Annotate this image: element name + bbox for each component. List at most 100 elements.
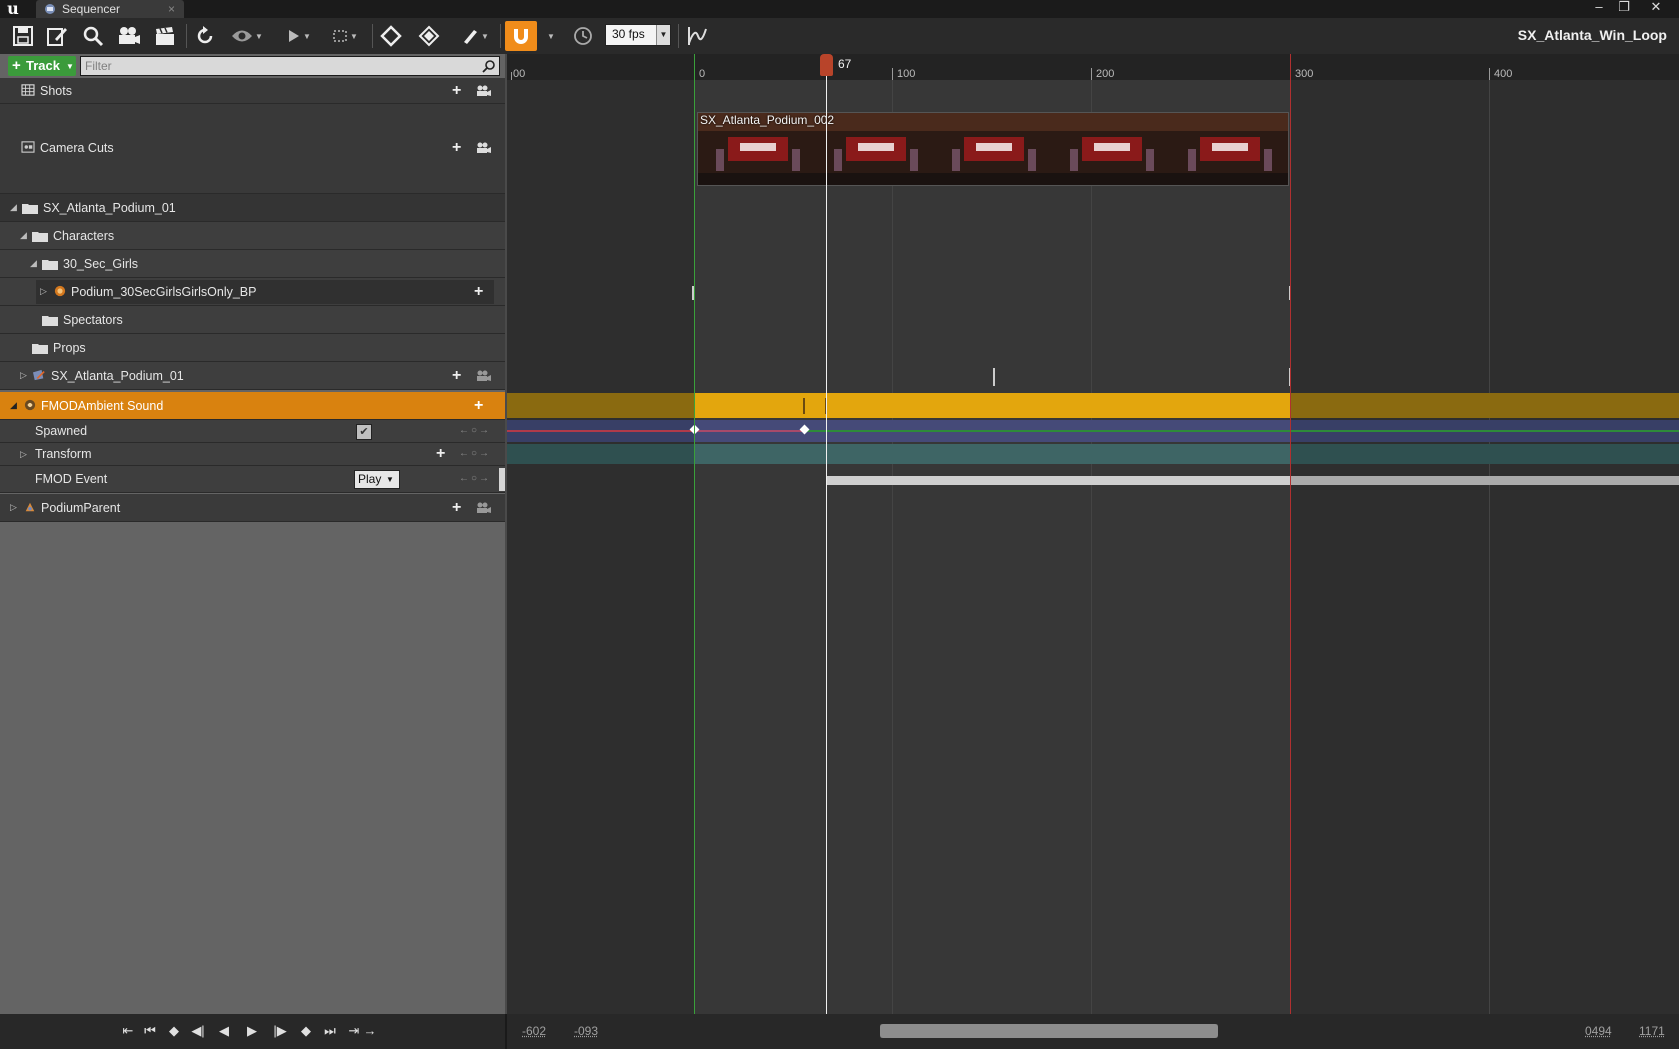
- step-forward-key-icon[interactable]: ⏭: [320, 1022, 340, 1040]
- spawned-checkbox[interactable]: ✔: [356, 424, 372, 440]
- add-track-button[interactable]: + Track ▼: [8, 56, 76, 76]
- playback-end-marker[interactable]: [1290, 54, 1291, 1014]
- key-navigation-icon[interactable]: ←○→: [459, 473, 491, 484]
- property-row-transform[interactable]: ▷ Transform + ←○→: [0, 443, 505, 466]
- transform-track-section[interactable]: [694, 444, 1291, 464]
- minimize-icon[interactable]: –: [1588, 0, 1610, 16]
- add-plus-icon[interactable]: +: [474, 284, 483, 300]
- camera-icon[interactable]: [476, 502, 492, 514]
- folder-row-props[interactable]: Props: [0, 334, 505, 362]
- property-row-spawned[interactable]: Spawned ✔ ←○→: [0, 420, 505, 443]
- working-end-field[interactable]: 0494: [1585, 1024, 1612, 1038]
- snap-toggle-button[interactable]: [505, 21, 537, 51]
- edit-button[interactable]: [42, 22, 72, 50]
- playback-start-marker[interactable]: [694, 54, 695, 1014]
- expand-arrow-icon[interactable]: ◢: [10, 400, 17, 411]
- track-label: Characters: [53, 229, 115, 243]
- restore-icon[interactable]: ❐: [1613, 0, 1635, 16]
- chevron-down-icon: ▼: [66, 62, 74, 71]
- expand-arrow-icon[interactable]: ◢: [10, 202, 17, 213]
- chevron-down-icon: ▼: [386, 475, 394, 484]
- camera-button[interactable]: [114, 22, 144, 50]
- tab-close-icon[interactable]: ×: [168, 1, 175, 17]
- add-plus-icon[interactable]: +: [452, 500, 461, 516]
- track-label: Spectators: [63, 313, 123, 327]
- camera-icon[interactable]: [476, 370, 492, 382]
- step-forward-frame-icon[interactable]: |▶: [270, 1022, 290, 1040]
- track-label: Spawned: [35, 424, 88, 438]
- working-start-field[interactable]: -093: [574, 1024, 598, 1038]
- add-plus-icon[interactable]: +: [436, 446, 445, 462]
- add-plus-icon[interactable]: +: [452, 140, 461, 156]
- sequence-title: SX_Atlanta_Win_Loop: [1517, 27, 1667, 43]
- expand-arrow-icon[interactable]: ▷: [40, 286, 47, 297]
- snap-magnet-icon: [514, 29, 528, 44]
- property-row-fmod-event[interactable]: FMOD Event Play ▼ ←○→: [0, 466, 505, 493]
- playhead-line[interactable]: [826, 54, 827, 1014]
- edit-tool-dropdown[interactable]: ▼: [456, 22, 494, 50]
- add-plus-icon[interactable]: +: [452, 368, 461, 384]
- snap-options-dropdown[interactable]: ▼: [540, 22, 560, 50]
- step-back-key-icon[interactable]: ⏮: [140, 1022, 160, 1040]
- selection-icon: [333, 30, 347, 42]
- track-row-shots[interactable]: Shots +: [0, 78, 505, 104]
- play-options-dropdown[interactable]: ▼: [280, 22, 318, 50]
- save-button[interactable]: [8, 22, 38, 50]
- folder-icon: [42, 260, 58, 270]
- actor-row-podium-parent[interactable]: ▷ PodiumParent +: [0, 494, 505, 522]
- view-end-field[interactable]: 1171: [1639, 1024, 1665, 1038]
- camera-icon[interactable]: [476, 85, 492, 97]
- play-icon[interactable]: ▶: [242, 1022, 262, 1040]
- track-label: SX_Atlanta_Podium_01: [43, 201, 176, 215]
- expand-arrow-icon[interactable]: ▷: [10, 502, 17, 513]
- render-movie-button[interactable]: [150, 22, 180, 50]
- fmod-event-select[interactable]: Play ▼: [354, 470, 400, 489]
- transform-button[interactable]: [414, 22, 444, 50]
- expand-arrow-icon[interactable]: ◢: [20, 230, 27, 241]
- expand-arrow-icon[interactable]: ▷: [20, 449, 27, 460]
- add-plus-icon[interactable]: +: [452, 83, 461, 99]
- actor-row-sx-atlanta-podium[interactable]: ▷ SX_Atlanta_Podium_01 +: [0, 362, 505, 390]
- view-start-field[interactable]: -602: [522, 1024, 546, 1038]
- playhead-handle[interactable]: [820, 54, 833, 76]
- loop-icon[interactable]: →: [360, 1022, 380, 1040]
- folder-row-30-sec-girls[interactable]: ◢ 30_Sec_Girls: [0, 250, 505, 278]
- add-plus-icon[interactable]: +: [474, 398, 483, 414]
- outliner-scrollbar[interactable]: [499, 468, 505, 491]
- playhead-frame: 67: [838, 57, 852, 71]
- folder-row-spectators[interactable]: Spectators: [0, 306, 505, 334]
- actor-row-podium-bp[interactable]: ▷ Podium_30SecGirlsGirlsOnly_BP +: [0, 278, 505, 306]
- folder-row-characters[interactable]: ◢ Characters: [0, 222, 505, 250]
- find-button[interactable]: [78, 22, 108, 50]
- actor-row-fmod-ambient-sound[interactable]: ◢ FMODAmbient Sound +: [0, 392, 505, 420]
- chevron-down-icon: ▼: [656, 25, 670, 45]
- key-navigation-icon[interactable]: ←○→: [459, 448, 491, 459]
- frame-rate-value: 30 fps: [612, 27, 645, 41]
- curve-editor-button[interactable]: [682, 22, 712, 50]
- track-row-camera-cuts[interactable]: Camera Cuts +: [0, 104, 505, 194]
- time-ruler[interactable]: 00 0 100 200 300 400: [507, 54, 1679, 80]
- shot-name-label: SX_Atlanta_Podium_002: [700, 113, 835, 127]
- timeline-scrollbar-thumb[interactable]: [880, 1024, 1218, 1038]
- jump-to-start-icon[interactable]: ⇤: [118, 1022, 138, 1040]
- next-key-icon[interactable]: ◆: [296, 1022, 316, 1040]
- step-back-frame-icon[interactable]: ◀|: [188, 1022, 208, 1040]
- restore-state-button[interactable]: [190, 22, 220, 50]
- filter-input[interactable]: Filter: [80, 56, 500, 76]
- expand-arrow-icon[interactable]: ◢: [30, 258, 37, 269]
- tab-sequencer[interactable]: Sequencer ×: [36, 0, 184, 18]
- selection-dropdown[interactable]: ▼: [326, 22, 364, 50]
- expand-arrow-icon[interactable]: ▷: [20, 370, 27, 381]
- folder-row-sx-atlanta-podium[interactable]: ◢ SX_Atlanta_Podium_01: [0, 194, 505, 222]
- play-reverse-icon[interactable]: ◀: [214, 1022, 234, 1040]
- frame-rate-select[interactable]: 30 fps ▼: [605, 24, 671, 46]
- key-button[interactable]: [376, 22, 406, 50]
- camera-icon[interactable]: [476, 142, 492, 154]
- fmod-track-section[interactable]: [694, 393, 1291, 418]
- prev-key-icon[interactable]: ◆: [164, 1022, 184, 1040]
- fmod-event-section[interactable]: [826, 476, 1291, 485]
- visibility-dropdown[interactable]: ▼: [228, 22, 266, 50]
- time-options-button[interactable]: [568, 22, 598, 50]
- key-navigation-icon[interactable]: ←○→: [459, 425, 491, 436]
- close-window-icon[interactable]: ✕: [1645, 0, 1667, 16]
